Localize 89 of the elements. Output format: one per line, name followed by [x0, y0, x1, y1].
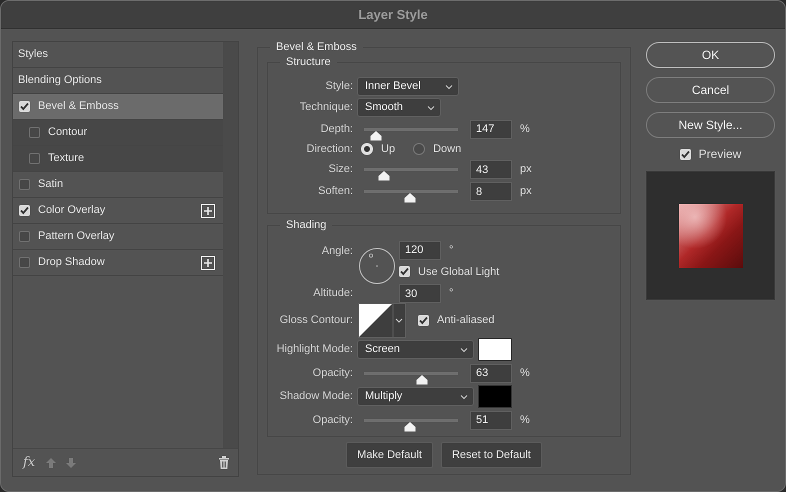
checkbox[interactable]	[19, 101, 30, 112]
checkbox-label: Anti-aliased	[437, 313, 494, 328]
dialog-button[interactable]: New Style...	[646, 112, 775, 138]
style-list-item[interactable]: Contour	[13, 120, 224, 146]
style-label: Color Overlay	[38, 203, 106, 218]
action-button[interactable]: Reset to Default	[440, 442, 542, 468]
checkbox[interactable]	[19, 231, 30, 242]
field-label: Shadow Mode:	[278, 389, 353, 404]
mode-dropdown[interactable]: Inner Bevel	[357, 77, 459, 96]
style-label: Blending Options	[18, 73, 103, 88]
add-icon[interactable]	[201, 204, 216, 218]
field-label: Soften:	[317, 184, 353, 200]
slider[interactable]	[364, 418, 458, 432]
checkbox[interactable]	[29, 153, 40, 164]
mode-dropdown[interactable]: Multiply	[357, 387, 474, 406]
chevron-icon	[426, 104, 435, 110]
color-swatch[interactable]	[478, 338, 512, 361]
value-field[interactable]: 43	[470, 160, 512, 179]
unit-label: %	[520, 122, 530, 137]
group-title: Structure	[280, 56, 337, 68]
value-field[interactable]: 147	[470, 120, 512, 138]
chevron-icon	[444, 84, 453, 90]
field-label: Highlight Mode:	[276, 342, 353, 358]
field-label: Size:	[328, 162, 353, 178]
slider[interactable]	[364, 372, 458, 386]
field-label: Gloss Contour:	[278, 313, 353, 328]
field-label: Technique:	[298, 100, 353, 116]
checkbox[interactable]	[19, 179, 30, 190]
option-label: Down	[433, 142, 462, 157]
field-label: Opacity:	[312, 366, 353, 381]
fx-button[interactable]: fx	[21, 452, 38, 472]
value-field[interactable]: 30	[399, 284, 441, 303]
style-label: Satin	[38, 177, 64, 192]
style-list-item[interactable]: Drop Shadow	[13, 250, 224, 276]
style-label: Bevel & Emboss	[38, 99, 120, 114]
style-label: Styles	[18, 47, 49, 62]
checkbox[interactable]	[29, 127, 40, 138]
checkbox[interactable]	[680, 148, 691, 160]
mode-dropdown[interactable]: Smooth	[357, 98, 441, 117]
style-label: Contour	[48, 125, 88, 140]
checkbox[interactable]	[418, 315, 429, 326]
chevron-icon	[460, 394, 468, 400]
style-list-item[interactable]: Color Overlay	[13, 198, 224, 224]
unit-label: °	[449, 242, 454, 258]
checkbox[interactable]	[19, 257, 30, 268]
style-label: Drop Shadow	[38, 255, 106, 270]
field-label: Opacity:	[312, 412, 353, 428]
unit-label: %	[520, 366, 530, 381]
slider[interactable]	[364, 128, 458, 142]
unit-label: px	[520, 184, 532, 200]
action-button[interactable]: Make Default	[346, 442, 433, 468]
unit-label: %	[520, 412, 530, 428]
field-label: Style:	[324, 79, 353, 94]
angle-dial[interactable]	[358, 246, 396, 284]
value-field[interactable]: 63	[470, 364, 512, 382]
unit-label: °	[449, 286, 454, 302]
option-label: Up	[381, 142, 396, 157]
field-label: Depth:	[320, 122, 353, 137]
slider[interactable]	[364, 168, 458, 182]
window-title: Layer Style	[358, 6, 428, 24]
style-list-item[interactable]: Pattern Overlay	[13, 224, 224, 250]
value-field[interactable]: 8	[470, 182, 512, 201]
style-list-item[interactable]: Satin	[13, 172, 224, 198]
contour-picker[interactable]	[358, 303, 406, 338]
field-label: Altitude:	[312, 286, 353, 300]
chevron-icon	[460, 346, 468, 352]
field-label: Angle:	[320, 244, 353, 258]
scrollbar-track[interactable]	[223, 42, 238, 448]
mode-dropdown[interactable]: Screen	[357, 340, 474, 359]
checkbox-label: Preview	[698, 146, 742, 163]
radio-button[interactable]	[413, 143, 426, 156]
value-field[interactable]: 51	[470, 410, 512, 430]
style-label: Texture	[48, 151, 86, 166]
color-swatch[interactable]	[478, 385, 512, 408]
value-field[interactable]: 120	[399, 240, 441, 260]
dialog-button[interactable]: Cancel	[646, 77, 775, 103]
style-label: Pattern Overlay	[38, 229, 116, 244]
slider[interactable]	[364, 190, 458, 204]
trash-icon[interactable]	[218, 456, 230, 469]
dialog-button[interactable]: OK	[646, 42, 775, 68]
field-label: Direction:	[306, 142, 353, 157]
style-list-item[interactable]: Bevel & Emboss	[13, 94, 224, 120]
add-icon[interactable]	[201, 256, 216, 270]
style-list-item[interactable]: Texture	[13, 146, 224, 172]
checkbox[interactable]	[19, 205, 30, 216]
group-title: Shading	[280, 218, 332, 230]
group-title: Bevel & Emboss	[270, 41, 363, 53]
checkbox-label: Use Global Light	[418, 264, 500, 280]
unit-label: px	[520, 162, 532, 178]
